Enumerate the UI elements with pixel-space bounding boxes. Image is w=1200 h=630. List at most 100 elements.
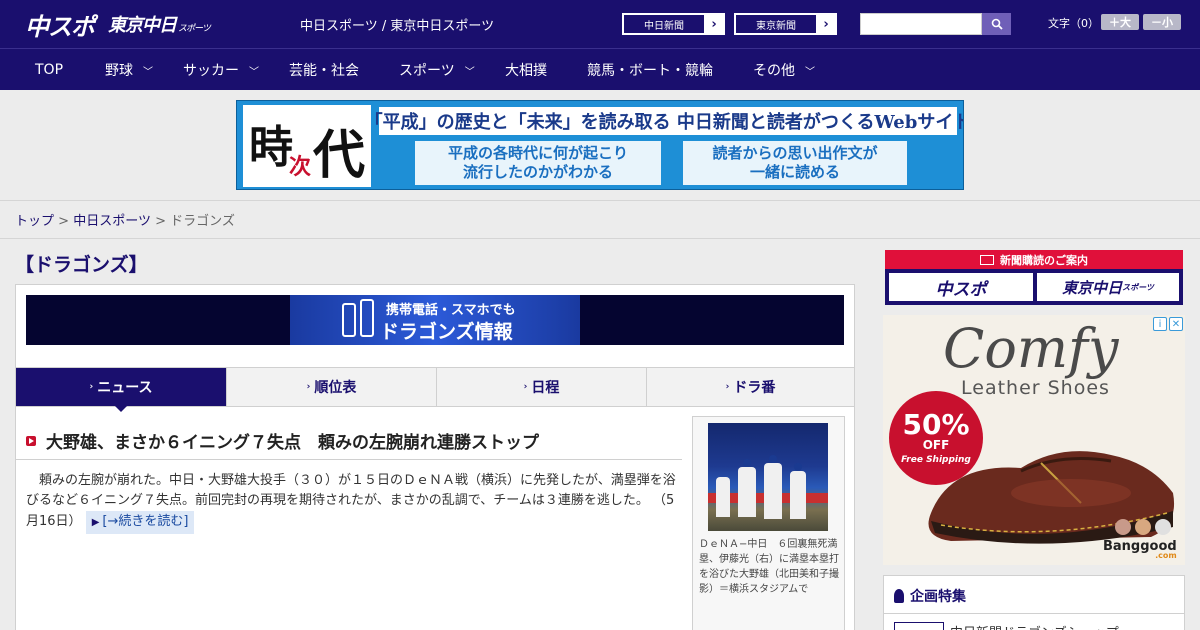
mobile-banner-line1: 携帯電話・スマホでも	[386, 303, 516, 318]
chevron-down-icon: ﹀	[805, 66, 815, 78]
jidai-banner[interactable]: 時 次 代 「平成」の歴史と「未来」を読み取る 中日新聞と読者がつくるWebサイ…	[236, 100, 964, 190]
banner-kanji-ji: 時	[249, 122, 293, 173]
tab-news[interactable]: › ニュース	[16, 368, 227, 406]
chevron-down-icon: ﹀	[249, 66, 259, 78]
logo-chuspo: 中スポ	[25, 12, 95, 41]
article-photo-box: ＤｅＮＡ−中日 ６回裏無死満塁、伊藤光（右）に満塁本塁打を浴びた大野雄（北田美和…	[692, 416, 845, 630]
tokyo-shimbun-label: 東京新聞	[736, 15, 816, 33]
special-feature-link[interactable]: 中日新聞ドラゴンズショップ	[950, 622, 1119, 630]
discount-badge: 50% OFF Free Shipping	[889, 391, 983, 485]
read-more-link[interactable]: ▶ [→続きを読む]	[85, 511, 195, 534]
breadcrumb-section-link[interactable]: 中日スポーツ	[73, 214, 151, 229]
mobile-info-banner[interactable]: 携帯電話・スマホでも ドラゴンズ情報	[26, 295, 844, 345]
play-bullet-icon	[26, 435, 36, 446]
nav-item-other[interactable]: その他 ﹀	[753, 49, 815, 91]
medal-icon	[894, 589, 904, 603]
banner-kanji-tsugi: 次	[289, 154, 312, 180]
search-input[interactable]	[860, 13, 982, 35]
ad-store-name: Banggood .com	[1103, 539, 1177, 560]
shop-thumbnail[interactable]	[894, 622, 944, 630]
photo-caption: ＤｅＮＡ−中日 ６回裏無死満塁、伊藤光（右）に満塁本塁打を浴びた大野雄（北田美和…	[699, 539, 839, 595]
special-feature-header: 企画特集	[894, 586, 966, 606]
nav-item-label: 競馬・ボート・競輪	[587, 63, 713, 79]
article-title[interactable]: 大野雄、まさか６イニング７失点 頼みの左腕崩れ連勝ストップ	[26, 428, 686, 453]
nav-item-racing[interactable]: 競馬・ボート・競輪	[587, 49, 713, 91]
tab-standings[interactable]: › 順位表	[227, 368, 437, 406]
nav-item-soccer[interactable]: サッカー ﹀	[183, 49, 259, 91]
nav-item-label: スポーツ	[399, 63, 455, 79]
breadcrumb-current: ドラゴンズ	[170, 214, 235, 229]
special-feature-box: 企画特集 中日新聞ドラゴンズショップ	[883, 575, 1185, 630]
chevron-right-icon: ›	[725, 382, 730, 392]
divider	[16, 459, 682, 460]
ad-brand-line2: Leather Shoes	[961, 377, 1110, 399]
tokyo-shimbun-button[interactable]: 東京新聞 ›	[734, 13, 837, 35]
nav-item-label: 野球	[105, 63, 133, 79]
color-swatches	[1115, 519, 1171, 535]
site-header: 中スポ 東京中日 スポーツ 中日スポーツ / 東京中日スポーツ 中日新聞 › 東京…	[0, 0, 1200, 48]
breadcrumb-home-link[interactable]: トップ	[15, 214, 54, 229]
nav-item-entertainment[interactable]: 芸能・社会	[289, 49, 359, 91]
site-links[interactable]: 中日スポーツ / 東京中日スポーツ	[300, 15, 494, 34]
nav-item-label: サッカー	[183, 63, 239, 79]
site-logo[interactable]: 中スポ 東京中日 スポーツ	[25, 7, 211, 41]
subscription-title: 新聞購読のご案内	[1000, 253, 1088, 267]
play-triangle-icon: ▶	[91, 517, 100, 528]
shoe-advertisement[interactable]: i ✕ Comfy Leather Shoes 50% OFF Free Shi…	[883, 315, 1185, 565]
section-tabs: › ニュース › 順位表 › 日程 › ドラ番	[16, 367, 854, 407]
subscription-header: 新聞購読のご案内	[885, 250, 1183, 269]
main-nav: TOP 野球 ﹀ サッカー ﹀ 芸能・社会 スポーツ ﹀ 大相撲 競馬・ボート・競輪 …	[0, 48, 1200, 90]
font-size-label: 文字（0）	[1048, 17, 1099, 30]
color-swatch[interactable]	[1115, 519, 1131, 535]
jidai-logo: 時 次 代	[243, 105, 371, 187]
ad-close-icon[interactable]: ✕	[1169, 317, 1183, 331]
mobile-banner-inner: 携帯電話・スマホでも ドラゴンズ情報	[290, 295, 580, 345]
tab-schedule[interactable]: › 日程	[437, 368, 647, 406]
smartphone-icon	[360, 299, 374, 337]
tab-dora-ban[interactable]: › ドラ番	[647, 368, 854, 406]
color-swatch[interactable]	[1155, 519, 1171, 535]
special-feature-title: 企画特集	[910, 589, 966, 605]
subscribe-tokyo-chunichi-button[interactable]: 東京中日 スポーツ	[1037, 273, 1179, 301]
banner-headline: 「平成」の歴史と「未来」を読み取る 中日新聞と読者がつくるWebサイト	[365, 107, 963, 135]
chevron-right-icon: ›	[89, 382, 94, 392]
page-title: 【ドラゴンズ】	[15, 254, 148, 276]
nav-item-label: 大相撲	[505, 63, 547, 79]
photo-player-head	[743, 459, 751, 467]
breadcrumb-separator: >	[58, 214, 70, 229]
chevron-right-icon: ›	[523, 382, 528, 392]
font-smaller-button[interactable]: －小	[1143, 14, 1181, 30]
article-photo[interactable]	[708, 423, 828, 531]
chunichi-shimbun-button[interactable]: 中日新聞 ›	[622, 13, 725, 35]
nav-item-sumo[interactable]: 大相撲	[505, 49, 547, 91]
ad-brand-line1: Comfy	[943, 317, 1119, 380]
chevron-down-icon: ﹀	[464, 66, 475, 78]
search-button[interactable]	[982, 13, 1011, 35]
nav-item-label: TOP	[35, 62, 64, 78]
ad-info-icon[interactable]: i	[1153, 317, 1167, 331]
photo-player-head	[794, 463, 802, 471]
newspaper-icon	[980, 254, 994, 265]
nav-item-baseball[interactable]: 野球 ﹀	[105, 49, 153, 91]
photo-player	[764, 463, 782, 519]
chevron-down-icon: ﹀	[143, 66, 153, 78]
font-larger-button[interactable]: ＋大	[1101, 14, 1139, 30]
divider	[0, 200, 1200, 201]
ad-controls: i ✕	[1153, 317, 1183, 331]
photo-player	[790, 471, 806, 519]
news-card: 携帯電話・スマホでも ドラゴンズ情報 › ニュース › 順位表 › 日程 › ドラ番 大…	[15, 284, 855, 630]
nav-item-label: その他	[753, 63, 795, 79]
nav-item-top[interactable]: TOP	[35, 49, 63, 91]
subscription-box: 新聞購読のご案内 中スポ 東京中日 スポーツ	[885, 250, 1183, 305]
nav-item-sports[interactable]: スポーツ ﹀	[399, 49, 475, 91]
mobile-phone-icon	[342, 303, 356, 337]
photo-player	[716, 477, 730, 517]
banner-area: 時 次 代 「平成」の歴史と「未来」を読み取る 中日新聞と読者がつくるWebサイ…	[0, 90, 1200, 200]
nav-item-label: 芸能・社会	[289, 63, 359, 79]
discount-percent: 50%	[902, 408, 970, 441]
article-body: 頼みの左腕が崩れた。中日・大野雄大投手（３０）が１５日のＤｅＮＡ戦（横浜）に先発…	[26, 471, 682, 534]
photo-player-head	[769, 455, 777, 463]
banner-sub-left: 平成の各時代に何が起こり 流行したのかがわかる	[415, 141, 661, 185]
color-swatch[interactable]	[1135, 519, 1151, 535]
subscribe-chuspo-button[interactable]: 中スポ	[889, 273, 1033, 301]
